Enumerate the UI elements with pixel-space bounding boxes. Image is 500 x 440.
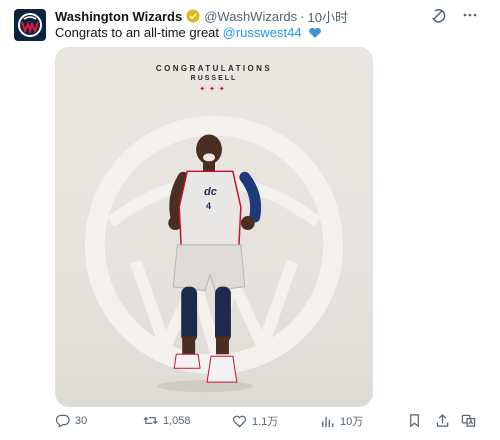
media-stars: ✦✦✦ [199,86,229,93]
avatar[interactable] [14,9,46,41]
views-button[interactable]: 10万 [320,413,363,429]
tweet-text-body: Congrats to an all-time great [55,25,223,40]
more-icon[interactable] [462,7,478,23]
jersey-number: 4 [206,201,212,211]
tweet-text: Congrats to an all-time great @russwest4… [55,25,322,42]
translate-icon [461,414,476,427]
translate-button[interactable] [461,413,476,428]
bookmark-button[interactable] [407,413,422,428]
wizards-logo-icon [18,13,42,37]
share-button[interactable] [435,413,450,428]
views-icon [322,416,334,427]
verified-badge-icon [186,9,200,23]
reply-count: 30 [75,414,88,427]
media-title-line1: CONGRATULATIONS [155,64,273,73]
views-count: 10万 [340,416,364,428]
share-icon [436,414,449,427]
reply-icon [55,414,70,428]
wizards-crest-watermark [84,115,344,393]
handle[interactable]: @WashWizards [204,9,297,24]
tweet[interactable]: Washington Wizards @WashWizards · 10小时 C… [0,0,500,440]
retweet-button[interactable]: 1,058 [143,413,191,428]
tweet-actions: 30 1,058 1.1万 10万 [55,413,480,433]
retweet-count: 1,058 [163,414,191,427]
like-count: 1.1万 [252,416,279,428]
blue-heart-icon [308,27,322,42]
retweet-icon [143,416,158,425]
tweet-media-image[interactable]: CONGRATULATIONS RUSSELL ✦✦✦ dc 4 [55,47,373,407]
separator-dot: · [300,8,305,24]
media-title-line2: RUSSELL [190,75,238,82]
timestamp[interactable]: 10小时 [307,7,347,26]
grok-icon[interactable] [430,7,446,23]
bookmark-icon [410,414,419,428]
heart-icon [232,415,247,428]
header-actions [430,7,478,23]
mention-link[interactable]: @russwest44 [223,25,302,40]
jersey-logo: dc [204,186,217,198]
display-name[interactable]: Washington Wizards [55,9,182,24]
tweet-header: Washington Wizards @WashWizards · 10小时 [55,7,480,25]
reply-button[interactable]: 30 [55,413,87,428]
like-button[interactable]: 1.1万 [232,413,278,429]
